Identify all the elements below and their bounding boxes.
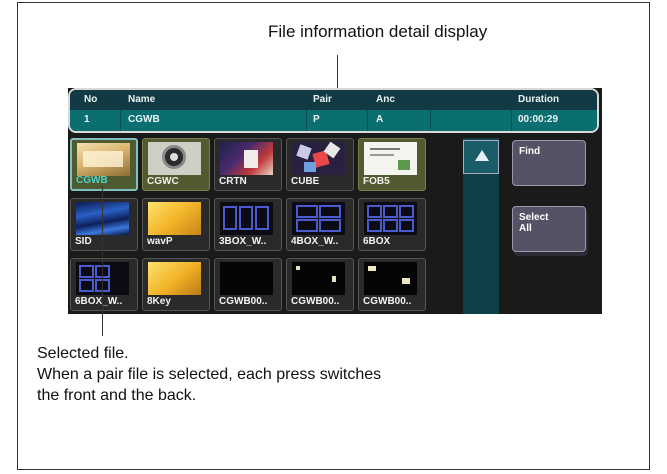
file-tile[interactable]: 6BOX_W.. bbox=[70, 258, 138, 311]
thumbnail-image bbox=[148, 262, 201, 295]
scroll-up-button[interactable] bbox=[463, 140, 499, 174]
file-tile[interactable]: CGWB00.. bbox=[358, 258, 426, 311]
file-tile[interactable]: CGWC bbox=[142, 138, 210, 191]
file-tile-label: CGWB00.. bbox=[291, 296, 340, 307]
file-tile-label: 6BOX bbox=[363, 236, 391, 247]
file-tile[interactable]: SID bbox=[70, 198, 138, 251]
header-anc: Anc bbox=[376, 94, 395, 105]
file-tile[interactable]: wavP bbox=[142, 198, 210, 251]
thumbnail-image bbox=[148, 202, 201, 235]
file-tile-label: 4BOX_W.. bbox=[291, 236, 339, 247]
col-divider bbox=[367, 110, 368, 131]
callout-leader-bottom bbox=[102, 186, 103, 336]
thumbnail-image bbox=[364, 262, 417, 295]
row-name: CGWB bbox=[128, 114, 160, 125]
select-all-label-line2: All bbox=[519, 223, 532, 234]
thumbnail-image bbox=[292, 262, 345, 295]
find-button-label: Find bbox=[519, 146, 541, 157]
file-tile-label: CGWB00.. bbox=[219, 296, 268, 307]
col-divider bbox=[306, 110, 307, 131]
file-tile-label: 6BOX_W.. bbox=[75, 296, 123, 307]
thumbnail-image bbox=[148, 142, 201, 175]
thumbnail-image bbox=[220, 142, 273, 175]
file-thumbnail-grid: CGWB CGWC CRTN CUBE FOB5 SID wavP 3BOX_W… bbox=[70, 136, 468, 314]
col-divider bbox=[430, 110, 431, 131]
file-info-detail: No Name Pair Anc Duration 1 CGWB P A 00:… bbox=[68, 88, 599, 133]
thumbnail-image bbox=[77, 143, 130, 176]
thumbnail-image bbox=[364, 142, 417, 175]
thumbnail-image bbox=[292, 202, 345, 235]
col-divider bbox=[511, 110, 512, 131]
row-anc: A bbox=[376, 114, 384, 125]
callout-line: Selected file. bbox=[37, 345, 129, 362]
row-duration: 00:00:29 bbox=[518, 114, 559, 125]
file-tile[interactable]: FOB5 bbox=[358, 138, 426, 191]
select-all-button[interactable]: Select All bbox=[512, 206, 586, 252]
header-duration: Duration bbox=[518, 94, 560, 105]
file-tile[interactable]: 6BOX bbox=[358, 198, 426, 251]
callout-leader-top bbox=[337, 55, 338, 88]
file-tile[interactable]: CGWB00.. bbox=[286, 258, 354, 311]
header-no: No bbox=[84, 94, 98, 105]
file-tile-label: CRTN bbox=[219, 176, 247, 187]
select-all-label-line1: Select bbox=[519, 212, 549, 223]
file-tile-label: SID bbox=[75, 236, 92, 247]
row-pair: P bbox=[313, 114, 320, 125]
file-tile-label: CGWB00.. bbox=[363, 296, 412, 307]
file-tile-label: 3BOX_W.. bbox=[219, 236, 267, 247]
file-tile-label: 8Key bbox=[147, 296, 171, 307]
file-tile-label: CUBE bbox=[291, 176, 320, 187]
callout-selected-file: Selected file. When a pair file is selec… bbox=[37, 343, 381, 406]
find-button[interactable]: Find bbox=[512, 140, 586, 186]
file-tile-label: CGWB bbox=[76, 175, 108, 186]
header-name: Name bbox=[128, 94, 156, 105]
triangle-up-icon bbox=[475, 150, 489, 161]
callout-file-info: File information detail display bbox=[268, 22, 488, 41]
thumbnail-image bbox=[364, 202, 417, 235]
file-tile-label: FOB5 bbox=[363, 176, 390, 187]
file-tile[interactable]: 4BOX_W.. bbox=[286, 198, 354, 251]
file-tile[interactable]: 3BOX_W.. bbox=[214, 198, 282, 251]
thumbnail-image bbox=[292, 142, 345, 175]
file-tile[interactable]: CGWB00.. bbox=[214, 258, 282, 311]
row-no: 1 bbox=[84, 114, 90, 125]
file-tile-label: CGWC bbox=[147, 176, 179, 187]
col-divider bbox=[120, 110, 121, 131]
callout-line: When a pair file is selected, each press… bbox=[37, 366, 382, 383]
file-tile-selected[interactable]: CGWB bbox=[70, 138, 138, 191]
thumbnail-image bbox=[220, 262, 273, 295]
file-tile[interactable]: CUBE bbox=[286, 138, 354, 191]
callout-line: the front and the back. bbox=[37, 387, 197, 404]
file-tile[interactable]: CRTN bbox=[214, 138, 282, 191]
header-pair: Pair bbox=[313, 94, 332, 105]
thumbnail-image bbox=[220, 202, 273, 235]
file-tile[interactable]: 8Key bbox=[142, 258, 210, 311]
file-tile-label: wavP bbox=[147, 236, 173, 247]
